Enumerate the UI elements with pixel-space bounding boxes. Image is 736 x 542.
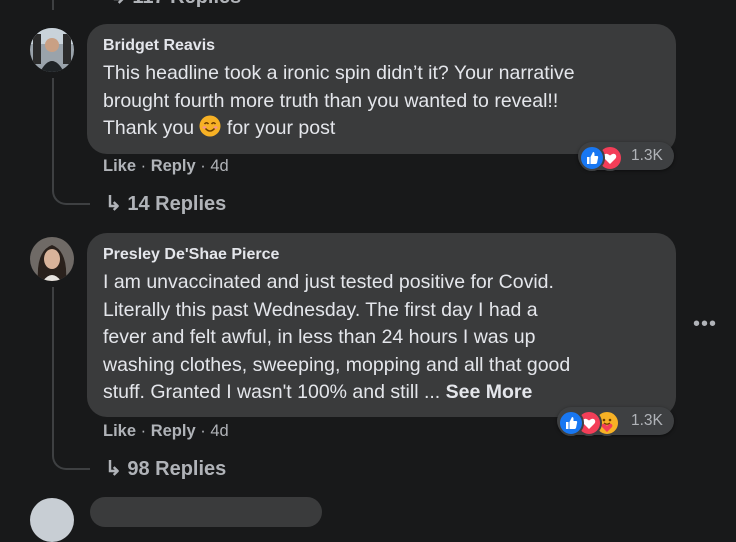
view-replies-link[interactable]: ↳ 98 Replies: [105, 456, 226, 481]
like-button[interactable]: Like: [103, 422, 136, 440]
thread-line: [52, 0, 54, 10]
reply-button[interactable]: Reply: [151, 157, 196, 175]
like-button[interactable]: Like: [103, 157, 136, 175]
avatar[interactable]: [30, 237, 74, 281]
reaction-summary[interactable]: 1.3K: [578, 142, 674, 171]
comment-timestamp[interactable]: 4d: [210, 422, 228, 440]
comment-line: washing clothes, sweeping, mopping and a…: [103, 353, 571, 376]
reaction-summary[interactable]: 1.3K: [557, 407, 674, 436]
reaction-count: 1.3K: [631, 412, 663, 429]
comment-line: I am unvaccinated and just tested positi…: [103, 271, 554, 293]
thread-line: [52, 78, 54, 178]
reaction-count: 1.3K: [631, 147, 663, 164]
comment-line: Thank you for your post: [103, 115, 575, 146]
reply-button[interactable]: Reply: [151, 422, 196, 440]
comment-actions: Like · Reply · 4d: [103, 422, 229, 440]
comment-actions: Like · Reply · 4d: [103, 157, 229, 175]
comment-bubble: [90, 497, 322, 527]
thread-line: [52, 287, 54, 443]
avatar[interactable]: [30, 28, 74, 72]
more-options-button[interactable]: •••: [693, 313, 717, 336]
comment-timestamp[interactable]: 4d: [210, 157, 228, 175]
view-replies-link[interactable]: ↳ 14 Replies: [105, 191, 226, 216]
top-replies-partial[interactable]: ↳ 117 Replies: [110, 0, 241, 9]
comment-author[interactable]: Presley De'Shae Pierce: [103, 246, 279, 264]
reply-arrow-icon: ↳: [105, 458, 122, 480]
comment-text: I am unvaccinated and just tested positi…: [103, 269, 570, 407]
reply-arrow-icon: ↳: [105, 193, 122, 215]
comment-line: Literally this past Wednesday. The first…: [103, 298, 538, 321]
reply-arrow-icon: ↳: [110, 0, 132, 8]
comment-line: stuff. Granted I wasn't 100% and still .…: [103, 381, 533, 404]
comment-line: fever and felt awful, in less than 24 ho…: [103, 326, 536, 349]
comment-text: This headline took a ironic spin didn’t …: [103, 60, 575, 146]
comment-line: brought fourth more truth than you wante…: [103, 89, 559, 112]
smiling-face-icon: [199, 115, 221, 146]
thread-connector: [52, 441, 90, 470]
like-icon: [558, 410, 584, 436]
like-icon: [579, 145, 605, 171]
thread-connector: [52, 176, 90, 205]
comment-line: This headline took a ironic spin didn’t …: [103, 62, 575, 84]
see-more-link[interactable]: See More: [446, 381, 533, 403]
comment-author[interactable]: Bridget Reavis: [103, 37, 215, 55]
